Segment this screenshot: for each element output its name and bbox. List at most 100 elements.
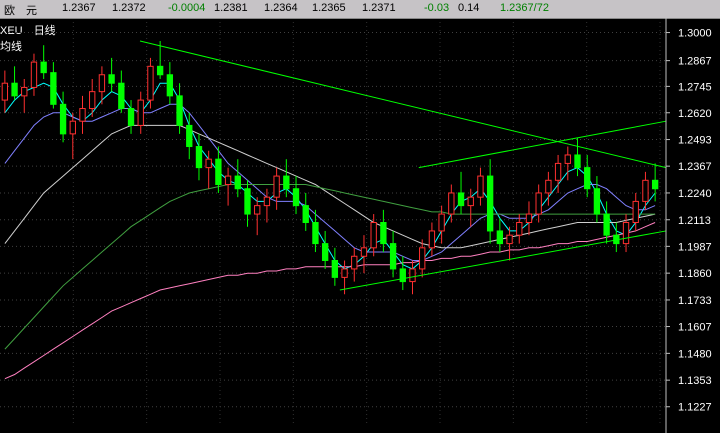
y-tick-label: 1.2620	[678, 108, 712, 120]
candle-body	[584, 167, 591, 190]
candlestick-chart: 1.3000 1.2867 1.2745 1.2620 1.2493 1.2367 1.22…	[0, 18, 712, 433]
candle-body	[79, 108, 86, 122]
candle-body	[11, 82, 18, 97]
candle-body	[360, 247, 368, 257]
candle-body	[156, 65, 164, 76]
candle-body	[234, 175, 241, 190]
candle-body	[496, 230, 504, 245]
candle-body	[651, 179, 659, 190]
candle-body	[244, 188, 251, 215]
y-tick-label: 1.2867	[678, 56, 712, 68]
candles	[1, 40, 659, 295]
high-value: 1.2372	[112, 2, 146, 14]
candle-body	[477, 175, 484, 198]
trendline	[418, 120, 667, 169]
candle-body	[273, 175, 280, 198]
candle-body	[545, 179, 552, 194]
last-value: 1.2371	[362, 2, 396, 14]
candle-body	[69, 120, 76, 135]
y-tick-label: 1.2113	[678, 215, 711, 227]
y-tick-label: 1.2493	[678, 135, 712, 147]
candle-body	[574, 154, 581, 169]
quote-bar: 欧 元 1.2367 1.2372 -0.0004 1.2381 1.2364 …	[0, 0, 720, 19]
candle-body	[40, 61, 47, 74]
bid-value: 1.2381	[214, 2, 248, 14]
candle-body	[419, 247, 426, 270]
volume-value: 0.14	[458, 2, 480, 14]
close-value: 1.2365	[312, 2, 346, 14]
candle-body	[438, 213, 445, 232]
y-tick-label: 1.1227	[678, 402, 712, 414]
instrument-name: 欧 元	[4, 5, 37, 17]
candle-body	[622, 222, 630, 245]
candle-body	[457, 192, 465, 207]
trendline	[139, 40, 667, 169]
candle-body	[21, 86, 28, 97]
quote-value: 1.2367/72	[500, 2, 549, 14]
candle-body	[448, 192, 455, 215]
candle-body	[118, 82, 125, 110]
y-axis: 1.3000 1.2867 1.2745 1.2620 1.2493 1.2367 1.22…	[666, 28, 712, 414]
y-tick-label: 1.2240	[678, 188, 712, 200]
candle-body	[486, 175, 494, 232]
candle-body	[593, 188, 601, 215]
candle-body	[195, 146, 203, 169]
candle-body	[292, 188, 300, 207]
candle-body	[370, 222, 377, 249]
candle-body	[399, 268, 406, 283]
candle-body	[166, 74, 174, 97]
candle-body	[224, 175, 232, 186]
percent-change: -0.03	[424, 2, 450, 14]
candle-body	[554, 162, 562, 181]
candle-body	[409, 268, 416, 283]
y-tick-label: 1.1353	[678, 375, 712, 387]
low-value: 1.2364	[264, 2, 298, 14]
candle-body	[642, 179, 649, 202]
y-tick-label: 1.1733	[678, 295, 712, 307]
y-tick-label: 1.1480	[678, 348, 712, 360]
candle-body	[380, 222, 387, 245]
candle-body	[351, 255, 358, 270]
candle-body	[89, 91, 96, 110]
candle-body	[50, 72, 57, 105]
candle-body	[564, 154, 571, 164]
candle-body	[525, 213, 533, 223]
y-tick-label: 1.1987	[678, 241, 712, 253]
candle-body	[506, 234, 513, 245]
candle-body	[137, 99, 144, 126]
candle-body	[603, 213, 610, 236]
y-tick-label: 1.2745	[678, 81, 712, 93]
candle-body	[254, 205, 261, 215]
candle-body	[389, 243, 397, 270]
candle-body	[127, 108, 135, 126]
candle-body	[321, 243, 329, 261]
candle-body	[108, 74, 115, 84]
candle-body	[59, 103, 67, 135]
candle-body	[428, 230, 436, 249]
ma-line	[4, 222, 656, 380]
candle-body	[467, 196, 474, 207]
y-tick-label: 1.1607	[678, 322, 712, 334]
candle-body	[186, 124, 193, 148]
y-tick-label: 1.1860	[678, 268, 712, 280]
candle-body	[535, 192, 542, 215]
candle-body	[312, 222, 319, 245]
moving-averages	[4, 82, 656, 380]
candle-body	[98, 74, 106, 93]
ma-line	[4, 103, 656, 261]
candle-body	[331, 259, 339, 278]
candle-body	[147, 65, 154, 101]
candle-body	[341, 268, 348, 278]
candle-body	[176, 95, 183, 126]
candle-body	[1, 82, 9, 101]
candle-body	[30, 61, 38, 88]
candle-body	[632, 200, 639, 223]
candle-body	[516, 222, 523, 236]
change-value: -0.0004	[168, 2, 206, 14]
y-tick-label: 1.2367	[678, 161, 712, 173]
y-tick-label: 1.3000	[678, 28, 712, 40]
ma-line	[4, 124, 656, 249]
open-value: 1.2367	[62, 2, 96, 14]
candle-body	[263, 196, 271, 207]
candle-body	[215, 158, 222, 186]
